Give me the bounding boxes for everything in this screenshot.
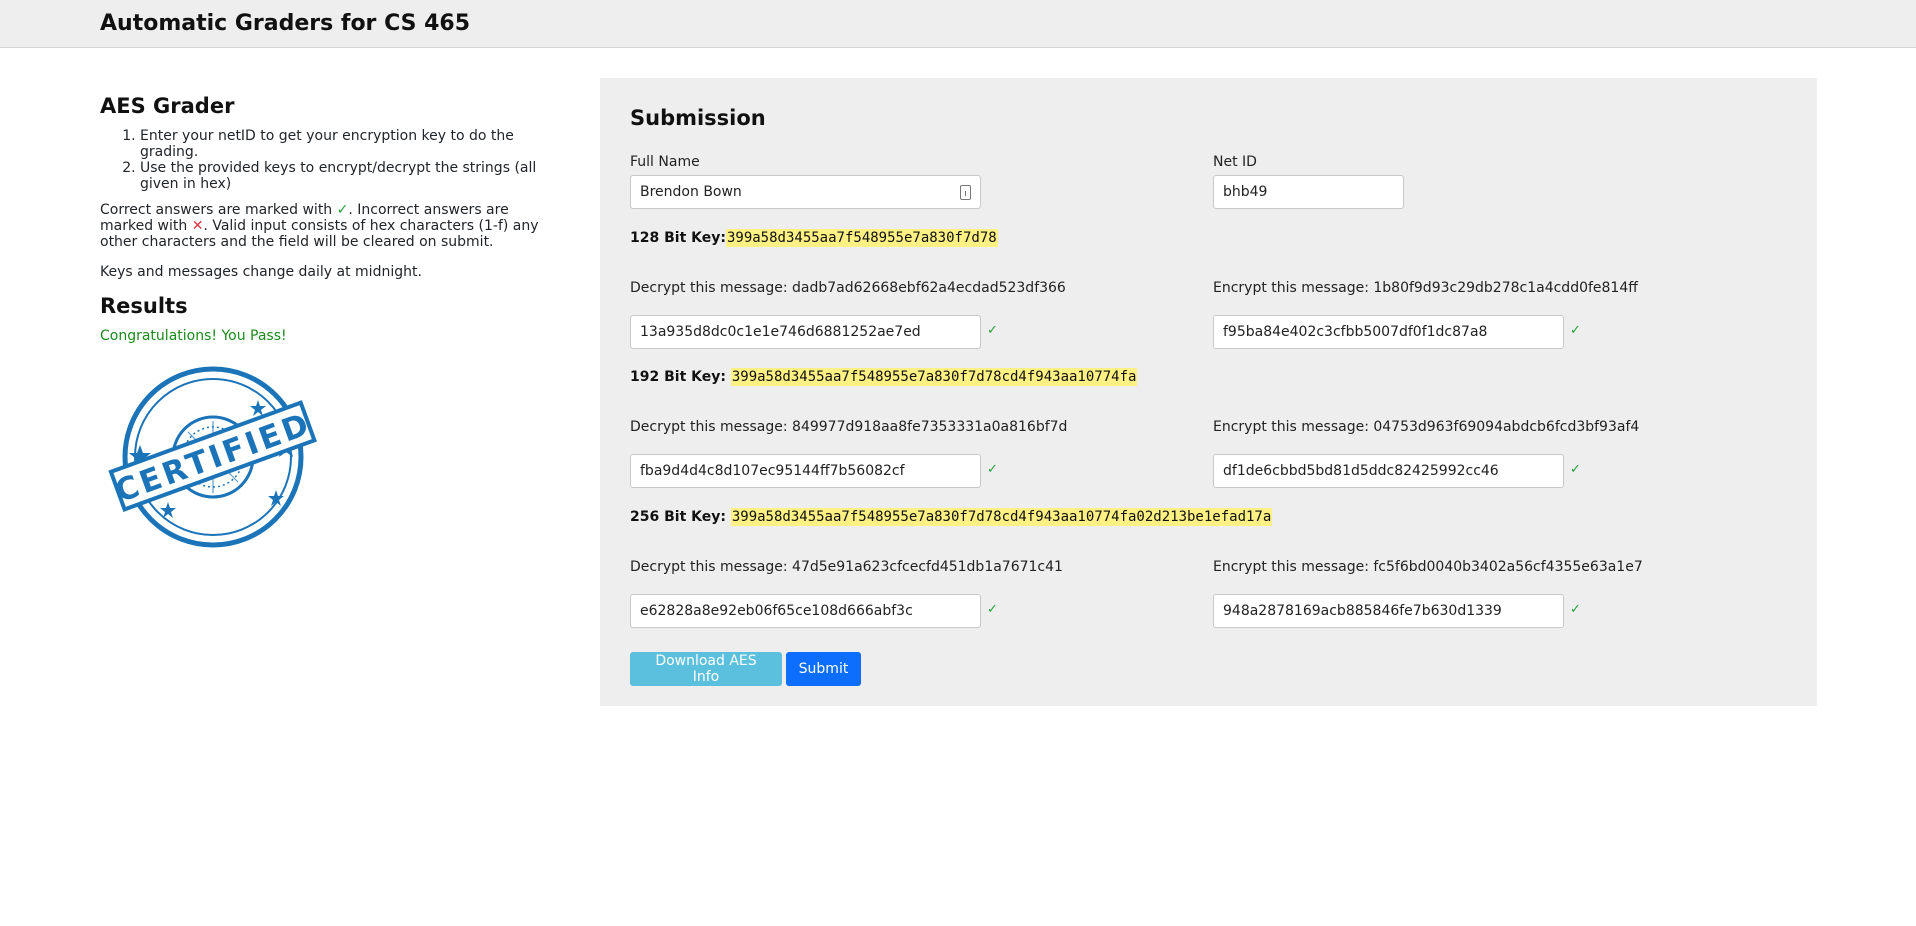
- check-icon: ✓: [987, 462, 998, 477]
- decrypt-192-input[interactable]: [640, 463, 971, 479]
- key-192-value: 399a58d3455aa7f548955e7a830f7d78cd4f943a…: [730, 368, 1138, 386]
- full-name-label: Full Name: [630, 154, 700, 170]
- decrypt-128-prompt: Decrypt this message: dadb7ad62668ebf62a…: [630, 280, 1066, 296]
- encrypt-128-field[interactable]: [1213, 315, 1564, 349]
- top-bar: Automatic Graders for CS 465: [0, 0, 1916, 48]
- key-256-label: 256 Bit Key:: [630, 509, 731, 525]
- encrypt-128-input[interactable]: [1223, 324, 1554, 340]
- app-title: Automatic Graders for CS 465: [100, 11, 471, 36]
- check-icon: ✓: [1570, 323, 1581, 338]
- main-content: AES Grader Enter your netID to get your …: [0, 48, 1916, 926]
- decrypt-128-input[interactable]: [640, 324, 971, 340]
- net-id-input[interactable]: [1223, 184, 1394, 200]
- key-256-value: 399a58d3455aa7f548955e7a830f7d78cd4f943a…: [730, 508, 1273, 526]
- decrypt-192-field[interactable]: [630, 454, 981, 488]
- submission-panel: Submission Full Name Net ID 128 Bit Key:…: [600, 78, 1817, 706]
- check-icon: ✓: [336, 202, 349, 218]
- certified-stamp-icon: CERTIFIED: [108, 362, 550, 556]
- decrypt-256-field[interactable]: [630, 594, 981, 628]
- key-128-value: 399a58d3455aa7f548955e7a830f7d78: [725, 229, 998, 247]
- autofill-icon[interactable]: [960, 185, 971, 200]
- decrypt-256-prompt: Decrypt this message: 47d5e91a623cfcecfd…: [630, 559, 1063, 575]
- submit-button[interactable]: Submit: [786, 652, 861, 686]
- check-icon: ✓: [987, 602, 998, 617]
- pass-message: Congratulations! You Pass!: [100, 328, 287, 344]
- decrypt-192-prompt: Decrypt this message: 849977d918aa8fe735…: [630, 419, 1068, 435]
- check-icon: ✓: [1570, 602, 1581, 617]
- key-256-row: 256 Bit Key: 399a58d3455aa7f548955e7a830…: [630, 508, 1273, 526]
- key-128-label: 128 Bit Key:: [630, 230, 726, 246]
- marking-note-start: Correct answers are marked with: [100, 202, 337, 218]
- encrypt-128-prompt: Encrypt this message: 1b80f9d93c29db278c…: [1213, 280, 1638, 296]
- key-128-row: 128 Bit Key:399a58d3455aa7f548955e7a830f…: [630, 229, 998, 247]
- full-name-input[interactable]: [640, 184, 971, 200]
- results-title: Results: [100, 294, 188, 318]
- net-id-field[interactable]: [1213, 175, 1404, 209]
- key-192-label: 192 Bit Key:: [630, 369, 731, 385]
- encrypt-256-input[interactable]: [1223, 603, 1554, 619]
- submission-title: Submission: [630, 106, 766, 130]
- grader-title: AES Grader: [100, 94, 235, 118]
- encrypt-192-field[interactable]: [1213, 454, 1564, 488]
- encrypt-256-field[interactable]: [1213, 594, 1564, 628]
- instructions-list: Enter your netID to get your encryption …: [100, 128, 550, 192]
- decrypt-128-field[interactable]: [630, 315, 981, 349]
- encrypt-256-prompt: Encrypt this message: fc5f6bd0040b3402a5…: [1213, 559, 1643, 575]
- daily-change-note: Keys and messages change daily at midnig…: [100, 264, 422, 280]
- encrypt-192-prompt: Encrypt this message: 04753d963f69094abd…: [1213, 419, 1640, 435]
- check-icon: ✓: [987, 323, 998, 338]
- check-icon: ✓: [1570, 462, 1581, 477]
- full-name-field[interactable]: [630, 175, 981, 209]
- download-aes-info-button[interactable]: Download AES Info: [630, 652, 782, 686]
- key-192-row: 192 Bit Key: 399a58d3455aa7f548955e7a830…: [630, 368, 1138, 386]
- net-id-label: Net ID: [1213, 154, 1257, 170]
- cross-icon: ✕: [191, 218, 204, 234]
- info-column: AES Grader Enter your netID to get your …: [100, 94, 550, 556]
- marking-note: Correct answers are marked with ✓. Incor…: [100, 202, 550, 250]
- decrypt-256-input[interactable]: [640, 603, 971, 619]
- instruction-step: Enter your netID to get your encryption …: [140, 128, 550, 160]
- encrypt-192-input[interactable]: [1223, 463, 1554, 479]
- instruction-step: Use the provided keys to encrypt/decrypt…: [140, 160, 550, 192]
